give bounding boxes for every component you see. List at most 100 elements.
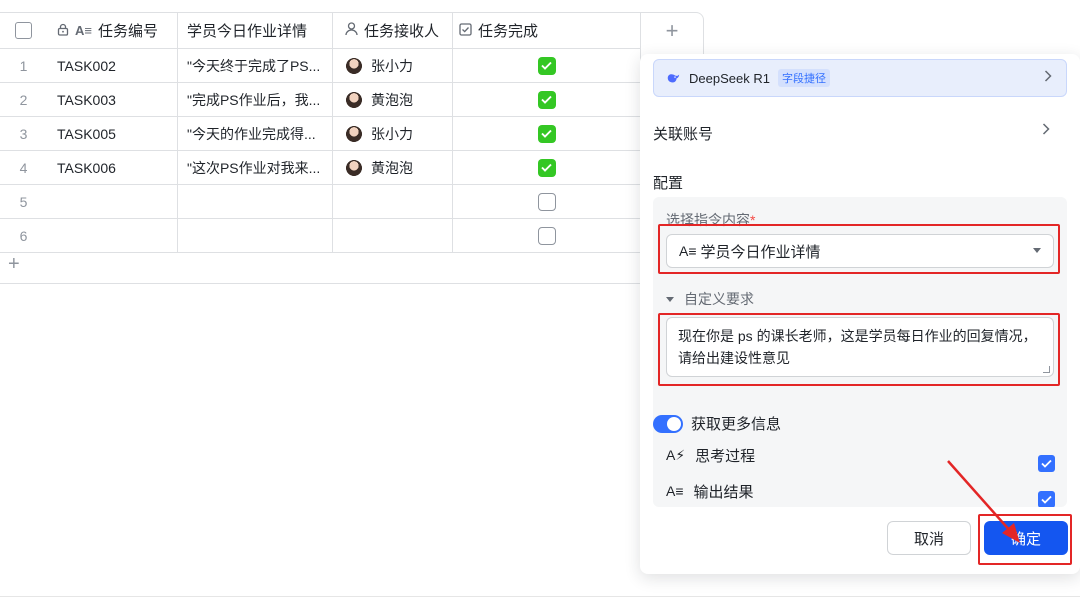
more-info-toggle-row: 获取更多信息: [653, 413, 781, 434]
option-thinking-checkbox[interactable]: [1038, 455, 1055, 472]
column-header-label: 学员今日作业详情: [187, 23, 308, 40]
table-header-row: A≡ 任务编号 学员今日作业详情 任务接收人 任务完成: [0, 13, 641, 49]
receiver-name: 黄泡泡: [371, 91, 413, 108]
done-checkbox-unchecked[interactable]: [537, 192, 556, 211]
homework-detail: "这次PS作业对我来...: [187, 159, 321, 176]
homework-detail-cell[interactable]: [178, 185, 333, 218]
done-cell[interactable]: [453, 49, 641, 82]
homework-detail: "今天的作业完成得...: [187, 125, 316, 142]
ai-text-icon: A⚡: [666, 446, 686, 463]
homework-detail-cell[interactable]: "这次PS作业对我来...: [178, 151, 333, 184]
done-cell[interactable]: [453, 117, 641, 150]
task-id-cell[interactable]: TASK003: [47, 83, 178, 116]
homework-detail: "完成PS作业后，我...: [187, 91, 321, 108]
done-checkbox-checked[interactable]: [537, 158, 556, 177]
deepseek-logo-icon: [667, 74, 680, 83]
done-cell[interactable]: [453, 151, 641, 184]
column-header-label: 任务完成: [478, 23, 539, 40]
model-tag-badge: 字段捷径: [777, 69, 830, 87]
homework-detail-cell[interactable]: [178, 219, 333, 252]
table-row[interactable]: 1 TASK002 "今天终于完成了PS... 张小力: [0, 49, 641, 83]
annotation-box-select: [658, 224, 1060, 274]
row-index: 4: [19, 159, 28, 176]
receiver-cell[interactable]: [333, 219, 453, 252]
task-id-cell[interactable]: TASK002: [47, 49, 178, 82]
column-header-receiver[interactable]: 任务接收人: [333, 13, 453, 48]
option-output-checkbox[interactable]: [1038, 491, 1055, 507]
option-label: 思考过程: [695, 447, 756, 465]
done-cell[interactable]: [453, 219, 641, 252]
task-id-cell[interactable]: TASK005: [47, 117, 178, 150]
receiver-name: 张小力: [371, 125, 413, 142]
table-row[interactable]: 5: [0, 185, 641, 219]
homework-detail-cell[interactable]: "今天的作业完成得...: [178, 117, 333, 150]
person-icon: [345, 22, 358, 39]
done-cell[interactable]: [453, 185, 641, 218]
row-index: 3: [19, 125, 28, 142]
option-output: A≡ 输出结果: [666, 479, 754, 503]
column-header-label: 任务编号: [97, 23, 158, 40]
model-name: DeepSeek R1: [689, 70, 770, 86]
row-index: 2: [19, 91, 28, 108]
column-header-homework-detail[interactable]: 学员今日作业详情: [178, 13, 333, 48]
divider: [0, 596, 1080, 597]
lock-icon: [57, 23, 69, 39]
column-header-label: 任务接收人: [364, 23, 440, 40]
receiver-cell[interactable]: 张小力: [333, 117, 453, 150]
task-id: TASK006: [57, 159, 116, 176]
receiver-cell[interactable]: 黄泡泡: [333, 151, 453, 184]
column-header-task-id[interactable]: A≡ 任务编号: [47, 13, 178, 48]
annotation-arrow-icon: [947, 460, 1020, 543]
text-field-icon: A≡: [75, 23, 92, 38]
data-table: A≡ 任务编号 学员今日作业详情 任务接收人 任务完成 1 TASK002 "今天终…: [0, 12, 704, 284]
select-all-checkbox[interactable]: [15, 22, 32, 39]
custom-requirement-toggle[interactable]: 自定义要求: [666, 289, 754, 309]
avatar: [345, 124, 363, 143]
config-section-title: 配置: [653, 175, 684, 192]
table-row[interactable]: 3 TASK005 "今天的作业完成得... 张小力: [0, 117, 641, 151]
checkbox-field-icon: [459, 22, 472, 39]
receiver-cell[interactable]: [333, 185, 453, 218]
row-index: 1: [19, 57, 28, 74]
task-id: TASK003: [57, 91, 116, 108]
row-index: 5: [19, 193, 28, 210]
done-checkbox-checked[interactable]: [537, 56, 556, 75]
task-id-cell[interactable]: [47, 219, 178, 252]
more-info-label: 获取更多信息: [691, 416, 782, 433]
receiver-cell[interactable]: 黄泡泡: [333, 83, 453, 116]
model-selector[interactable]: DeepSeek R1 字段捷径: [653, 59, 1067, 97]
add-row-button[interactable]: +: [8, 253, 20, 276]
homework-detail: "今天终于完成了PS...: [187, 57, 321, 74]
ai-text-icon: A≡: [666, 483, 684, 499]
custom-requirement-title: 自定义要求: [684, 291, 754, 307]
receiver-name: 黄泡泡: [371, 159, 413, 176]
avatar: [345, 56, 363, 75]
table-row[interactable]: 2 TASK003 "完成PS作业后，我... 黄泡泡: [0, 83, 641, 117]
table-row[interactable]: 4 TASK006 "这次PS作业对我来... 黄泡泡: [0, 151, 641, 185]
receiver-cell[interactable]: 张小力: [333, 49, 453, 82]
table-row[interactable]: 6: [0, 219, 641, 253]
chevron-right-icon: [1044, 69, 1052, 87]
column-header-done[interactable]: 任务完成: [453, 13, 641, 48]
annotation-box-textarea: [658, 313, 1060, 386]
select-all-checkbox-cell[interactable]: [0, 13, 47, 48]
chevron-right-icon[interactable]: [1042, 122, 1050, 140]
option-label: 输出结果: [693, 483, 754, 501]
done-checkbox-checked[interactable]: [537, 90, 556, 109]
add-column-button[interactable]: +: [640, 13, 704, 49]
avatar: [345, 90, 363, 109]
task-id: TASK002: [57, 57, 116, 74]
done-cell[interactable]: [453, 83, 641, 116]
task-id: TASK005: [57, 125, 116, 142]
more-info-toggle[interactable]: [653, 414, 683, 433]
done-checkbox-checked[interactable]: [537, 124, 556, 143]
task-id-cell[interactable]: TASK006: [47, 151, 178, 184]
collapse-triangle-icon: [666, 296, 674, 302]
avatar: [345, 158, 363, 177]
homework-detail-cell[interactable]: "完成PS作业后，我...: [178, 83, 333, 116]
task-id-cell[interactable]: [47, 185, 178, 218]
row-index: 6: [19, 227, 28, 244]
associated-account-label[interactable]: 关联账号: [653, 123, 713, 144]
done-checkbox-unchecked[interactable]: [537, 226, 556, 245]
homework-detail-cell[interactable]: "今天终于完成了PS...: [178, 49, 333, 82]
